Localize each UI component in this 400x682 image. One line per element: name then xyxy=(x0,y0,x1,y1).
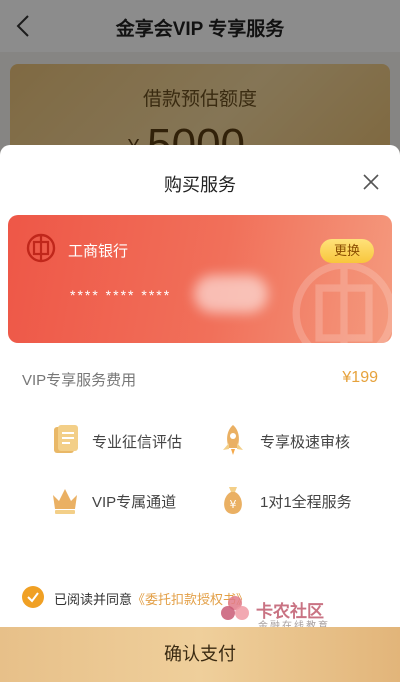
svg-text:¥: ¥ xyxy=(230,498,237,511)
money-bag-icon: ¥ xyxy=(224,487,242,514)
bank-name: 工商银行 xyxy=(68,243,129,260)
crown-icon xyxy=(53,489,77,514)
feature-label: 专享极速审核 xyxy=(260,434,351,451)
service-fee-price: ¥199 xyxy=(342,369,378,386)
feature-label: 1对1全程服务 xyxy=(260,494,352,511)
change-card-button[interactable]: 更换 xyxy=(320,239,374,263)
card-number: **** **** **** xyxy=(70,287,172,303)
document-icon xyxy=(54,425,78,453)
service-fee-row: VIP专享服务费用 ¥199 xyxy=(22,369,378,393)
bank-card: 工商银行 更换 **** **** **** xyxy=(8,215,392,343)
feature-label: VIP专属通道 xyxy=(92,494,177,511)
redaction-blur xyxy=(194,275,268,313)
feature-label: 专业征信评估 xyxy=(92,434,183,451)
watermark-logo-icon xyxy=(221,596,249,620)
rocket-icon xyxy=(223,425,243,455)
agreement-checkbox[interactable] xyxy=(22,586,44,608)
sheet-title: 购买服务 xyxy=(164,175,236,195)
checkmark-icon xyxy=(27,592,39,603)
agreement-prefix: 已阅读并同意 xyxy=(54,592,133,607)
purchase-service-sheet: 购买服务 工商银行 更换 **** **** **** VIP专享服务费用 ¥1… xyxy=(0,145,400,682)
close-icon[interactable] xyxy=(356,167,386,197)
confirm-pay-button[interactable]: 确认支付 xyxy=(0,627,400,682)
icbc-logo-icon xyxy=(26,233,56,263)
bank-logo-watermark-icon xyxy=(292,261,392,343)
service-fee-label: VIP专享服务费用 xyxy=(22,372,137,389)
